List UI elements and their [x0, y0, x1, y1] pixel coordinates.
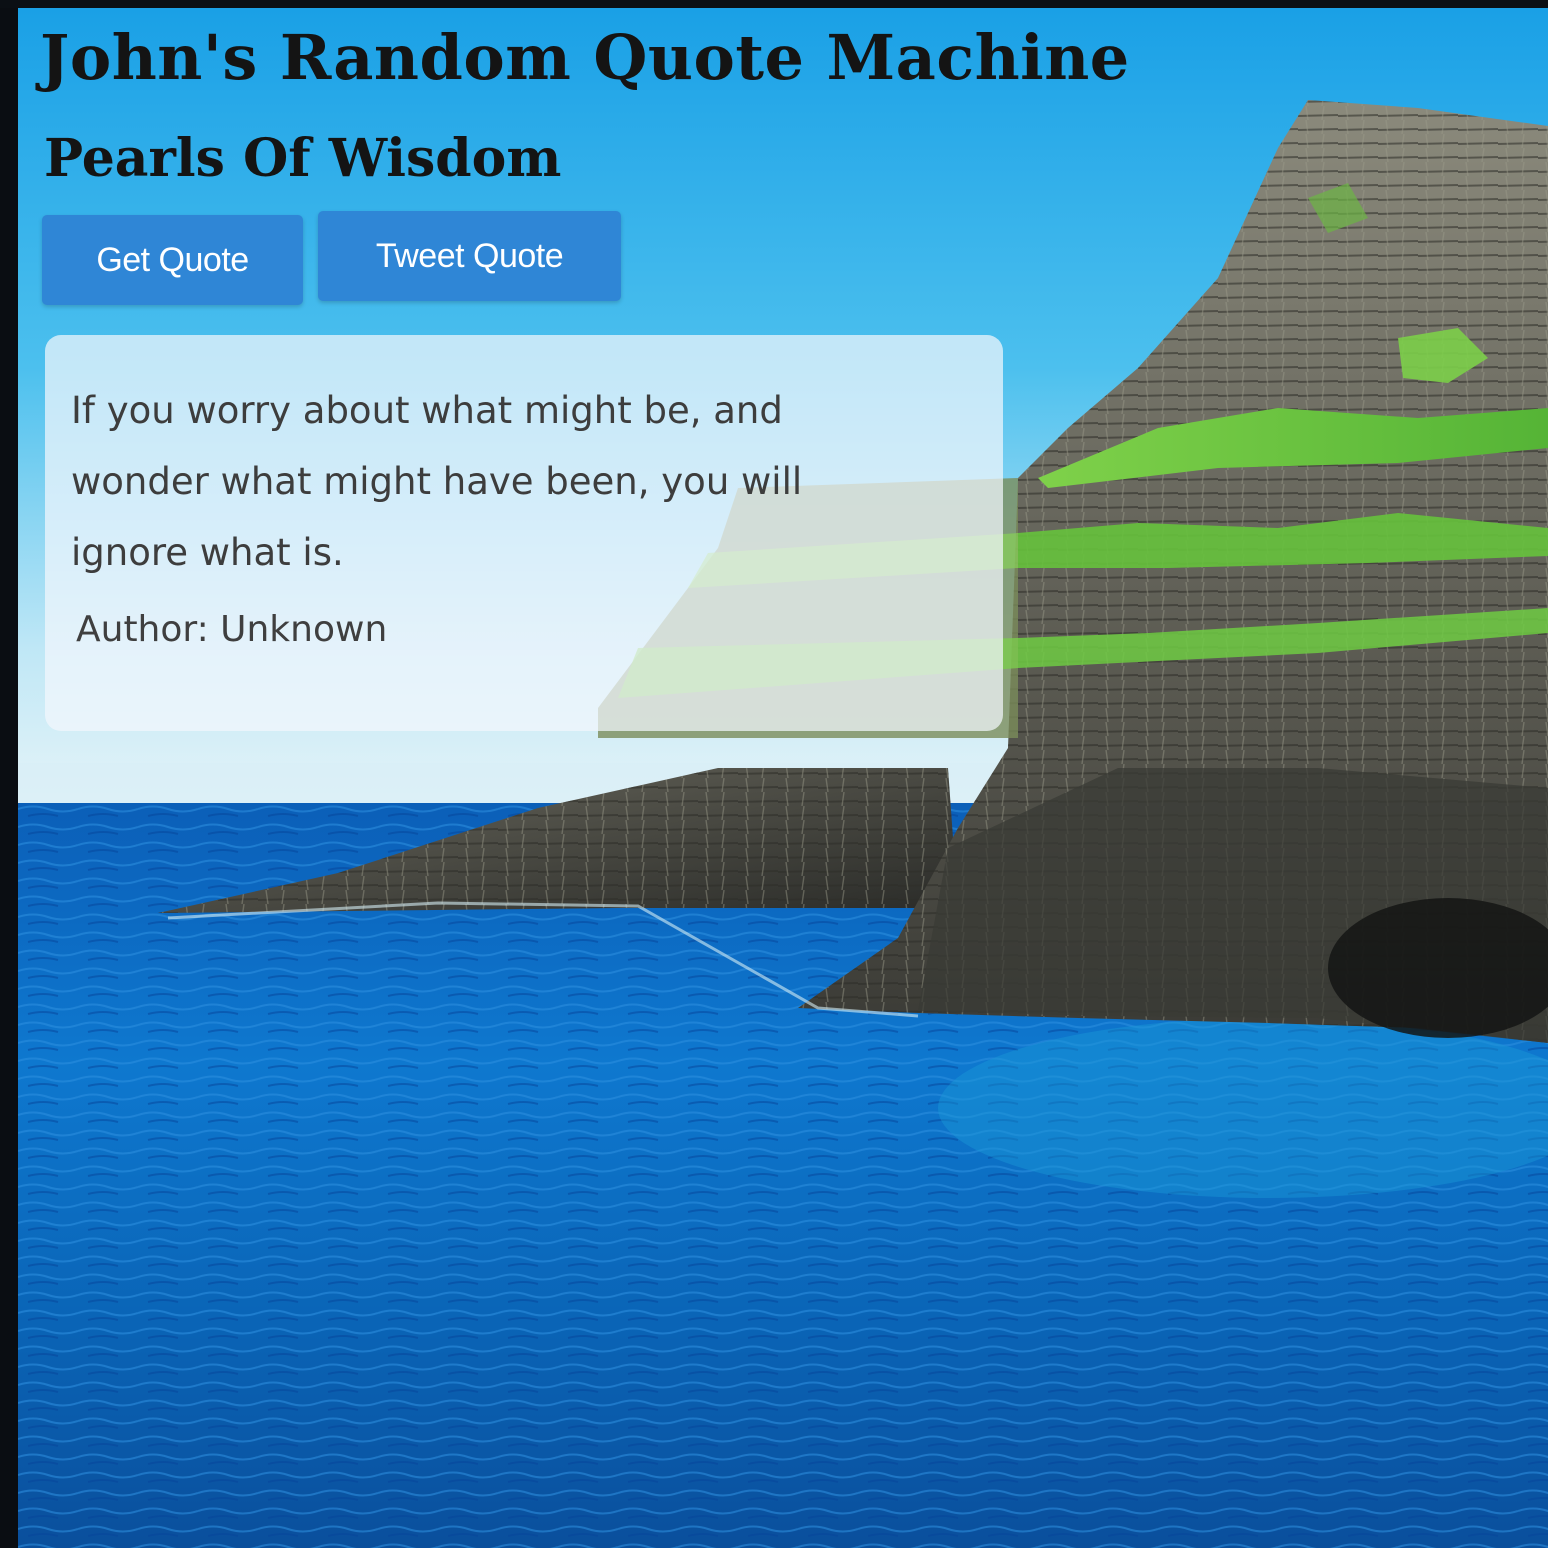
quote-text: If you worry about what might be, and wo…	[71, 389, 803, 574]
quote-card: If you worry about what might be, and wo…	[45, 335, 1003, 731]
screen: John's Random Quote Machine Pearls Of Wi…	[0, 8, 1548, 1548]
tweet-quote-button[interactable]: Tweet Quote	[318, 211, 621, 301]
get-quote-button[interactable]: Get Quote	[42, 215, 303, 305]
app-container: John's Random Quote Machine Pearls Of Wi…	[18, 8, 1548, 1548]
page-title: John's Random Quote Machine	[40, 21, 1130, 94]
page-subtitle: Pearls Of Wisdom	[44, 128, 562, 189]
quote-author: Author: Unknown	[76, 609, 388, 650]
